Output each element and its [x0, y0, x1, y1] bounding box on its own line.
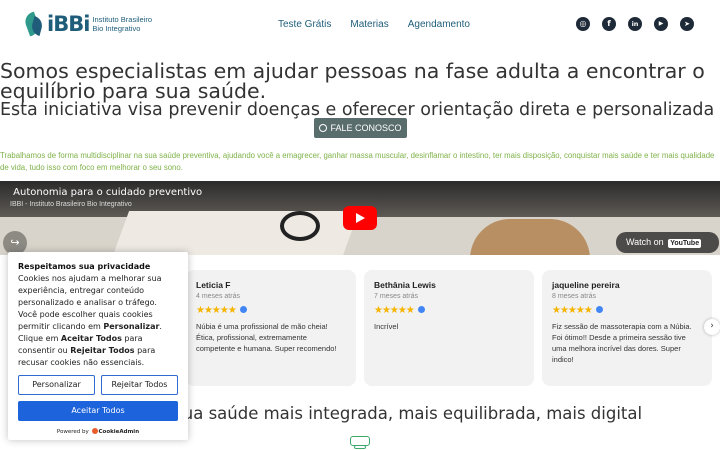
logo-leaf-icon — [22, 11, 45, 37]
review-text: Incrível — [374, 322, 399, 331]
video-channel[interactable]: IBBI - Instituto Brasileiro Bio Integrat… — [10, 201, 132, 208]
facebook-icon[interactable]: f — [602, 17, 616, 31]
cookie-title: Respeitamos sua privacidade — [18, 262, 151, 271]
cookie-consent-banner: Respeitamos sua privacidade Cookies nos … — [8, 252, 188, 440]
play-icon[interactable] — [343, 206, 377, 230]
review-author: Bethânia Lewis — [374, 280, 436, 290]
site-header: iBBi Instituto Brasileiro Bio Integrativ… — [0, 0, 720, 50]
contact-button[interactable]: FALE CONOSCO — [314, 118, 407, 138]
verified-icon — [417, 306, 425, 313]
cookieadmin-logo-icon — [91, 428, 98, 434]
youtube-icon[interactable]: ▶ — [654, 17, 668, 31]
review-card: jaqueline pereira 8 meses atrás ★★★★★ Fi… — [542, 270, 712, 386]
watch-on-label: Watch on — [626, 237, 664, 247]
cookie-accept-button[interactable]: Aceitar Todos — [18, 401, 178, 421]
review-date: 4 meses atrás — [196, 293, 240, 300]
logo-subtitle: Instituto Brasileiro Bio Integrativo — [92, 15, 153, 33]
video-title[interactable]: 󠁧 Autonomia para o cuidado preventivo 󠁧 — [10, 187, 205, 198]
hero-description: Trabalhamos de forma multidisciplinar na… — [0, 151, 715, 172]
telegram-icon[interactable]: ➤ — [680, 17, 694, 31]
hero-title: Somos especialistas em ajudar pessoas na… — [0, 59, 705, 103]
social-links: ◎ f in ▶ ➤ — [576, 17, 694, 31]
review-text: Núbia é uma profissional de mão cheia! É… — [196, 322, 337, 353]
linkedin-icon[interactable]: in — [628, 17, 642, 31]
video-thumbnail-glasses — [280, 211, 320, 241]
device-illustration-icon — [348, 434, 372, 450]
cookie-text: Cookies nos ajudam a melhorar sua experi… — [18, 274, 162, 367]
cookie-powered-by[interactable]: Powered by CookieAdmin — [18, 428, 178, 435]
review-stars: ★★★★★ — [374, 305, 524, 316]
review-author: Leticia F — [196, 280, 231, 290]
verified-icon — [239, 306, 247, 313]
site-logo[interactable]: iBBi Instituto Brasileiro Bio Integrativ… — [22, 11, 153, 37]
cookie-reject-button[interactable]: Rejeitar Todos — [101, 375, 178, 395]
video-thumbnail-bread — [470, 219, 590, 255]
review-stars: ★★★★★ — [552, 305, 702, 316]
nav-teste-gratis[interactable]: Teste Grátis — [278, 19, 331, 30]
review-stars: ★★★★★ — [196, 305, 346, 316]
youtube-logo-icon: YouTube — [668, 239, 702, 248]
logo-text: iBBi — [47, 12, 90, 36]
youtube-video-embed[interactable]: 󠁧 Autonomia para o cuidado preventivo 󠁧 … — [0, 181, 720, 255]
main-nav: Teste Grátis Materias Agendamento — [278, 19, 470, 30]
contact-button-label: FALE CONOSCO — [330, 123, 402, 133]
review-date: 8 meses atrás — [552, 293, 596, 300]
review-card: Leticia F 4 meses atrás ★★★★★ Núbia é um… — [186, 270, 356, 386]
nav-agendamento[interactable]: Agendamento — [408, 19, 470, 30]
carousel-next-icon[interactable]: › — [704, 319, 720, 335]
video-thumbnail-paper — [110, 211, 360, 255]
review-text: Fiz sessão de massoterapia com a Núbia. … — [552, 322, 692, 364]
verified-icon — [595, 306, 603, 313]
cookie-customize-button[interactable]: Personalizar — [18, 375, 95, 395]
watch-on-youtube-button[interactable]: Watch on YouTube — [616, 232, 719, 253]
nav-materias[interactable]: Materias — [350, 19, 388, 30]
instagram-icon[interactable]: ◎ — [576, 17, 590, 31]
review-date: 7 meses atrás — [374, 293, 418, 300]
cookie-button-row: Personalizar Rejeitar Todos — [18, 375, 178, 395]
review-author: jaqueline pereira — [552, 280, 620, 290]
review-card: Bethânia Lewis 7 meses atrás ★★★★★ Incrí… — [364, 270, 534, 386]
whatsapp-icon — [319, 124, 328, 132]
